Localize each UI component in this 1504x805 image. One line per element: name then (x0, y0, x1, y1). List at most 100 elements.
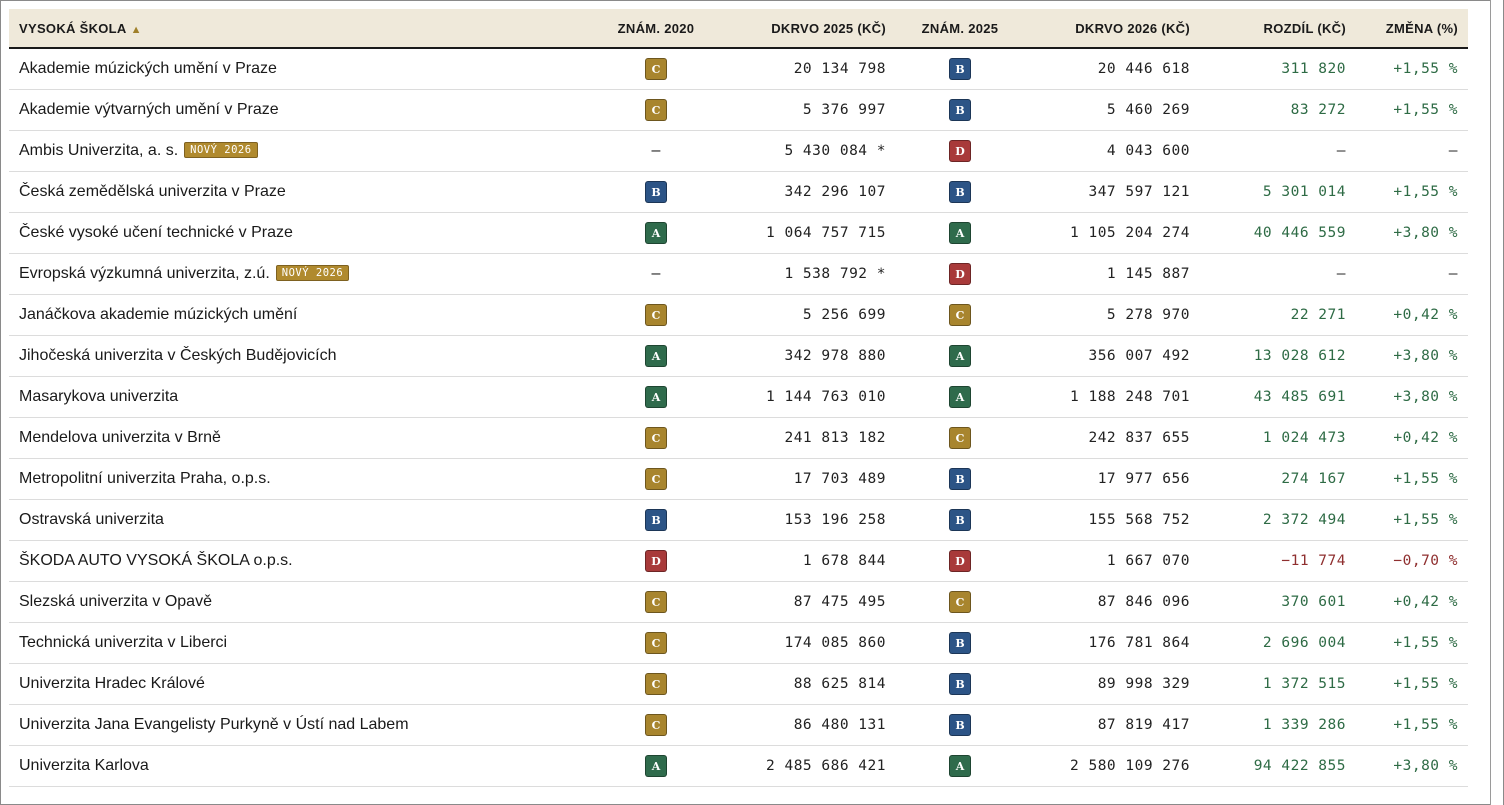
diff-cell: 83 272 (1200, 89, 1356, 131)
grade-2025-cell: A (896, 335, 1024, 377)
dkrvo-2026-cell: 176 781 864 (1024, 622, 1200, 664)
dkrvo-2026-cell: 242 837 655 (1024, 417, 1200, 459)
diff-cell: 311 820 (1200, 48, 1356, 90)
grade-2020-cell: C (592, 704, 720, 746)
grade-2020-cell: C (592, 417, 720, 459)
dkrvo-2025-cell: 153 196 258 (720, 499, 896, 541)
dkrvo-2025-cell: 1 538 792 * (720, 253, 896, 295)
diff-cell: – (1200, 253, 1356, 295)
diff-cell: – (1200, 130, 1356, 172)
change-cell: +0,42 % (1356, 581, 1468, 623)
universities-table: VYSOKÁ ŠKOLA ▲ ZNÁM. 2020 DKRVO 2025 (KČ)… (9, 9, 1468, 787)
vertical-scrollbar[interactable] (1490, 0, 1503, 805)
grade-2025-cell: B (896, 89, 1024, 131)
dkrvo-2026-cell: 87 819 417 (1024, 704, 1200, 746)
diff-cell: 43 485 691 (1200, 376, 1356, 418)
school-name: Univerzita Karlova (19, 757, 149, 774)
grade-2025-cell: B (896, 622, 1024, 664)
dkrvo-2025-cell: 17 703 489 (720, 458, 896, 500)
dkrvo-2026-cell: 356 007 492 (1024, 335, 1200, 377)
column-header-change[interactable]: ZMĚNA (%) (1356, 9, 1468, 49)
grade-2020-cell: – (592, 130, 720, 172)
diff-cell: 40 446 559 (1200, 212, 1356, 254)
school-name-cell: Ambis Univerzita, a. s. NOVÝ 2026 (9, 130, 592, 172)
grade-2020-cell: C (592, 294, 720, 336)
table-header: VYSOKÁ ŠKOLA ▲ ZNÁM. 2020 DKRVO 2025 (KČ)… (9, 9, 1468, 49)
grade-2025-cell: C (896, 417, 1024, 459)
grade-badge: B (645, 509, 667, 531)
dkrvo-2026-cell: 1 667 070 (1024, 540, 1200, 582)
column-header-grade-2025[interactable]: ZNÁM. 2025 (896, 9, 1024, 49)
dkrvo-2025-cell: 5 430 084 * (720, 130, 896, 172)
grade-2020-cell: A (592, 745, 720, 787)
grade-2020-cell: C (592, 581, 720, 623)
dkrvo-2026-cell: 20 446 618 (1024, 48, 1200, 90)
grade-badge: A (949, 345, 971, 367)
dkrvo-2025-cell: 1 064 757 715 (720, 212, 896, 254)
grade-badge: C (645, 58, 667, 80)
school-name: Mendelova univerzita v Brně (19, 429, 221, 446)
column-header-dkrvo-2026[interactable]: DKRVO 2026 (KČ) (1024, 9, 1200, 49)
change-cell: +0,42 % (1356, 417, 1468, 459)
change-cell: – (1356, 130, 1468, 172)
school-name-cell: Slezská univerzita v Opavě (9, 581, 592, 623)
table-row: Akademie múzických umění v Praze C 20 134 … (9, 48, 1468, 90)
grade-2025-cell: B (896, 171, 1024, 213)
dkrvo-2025-cell: 20 134 798 (720, 48, 896, 90)
grade-badge: A (949, 755, 971, 777)
diff-cell: 1 339 286 (1200, 704, 1356, 746)
school-name-cell: Univerzita Jana Evangelisty Purkyně v Ús… (9, 704, 592, 746)
school-name-cell: Masarykova univerzita (9, 376, 592, 418)
school-name: Česká zemědělská univerzita v Praze (19, 183, 286, 200)
change-cell: +1,55 % (1356, 622, 1468, 664)
column-header-dkrvo-2025[interactable]: DKRVO 2025 (KČ) (720, 9, 896, 49)
change-cell: +3,80 % (1356, 376, 1468, 418)
diff-cell: 2 372 494 (1200, 499, 1356, 541)
school-name: Technická univerzita v Liberci (19, 634, 228, 651)
school-name: Akademie múzických umění v Praze (19, 60, 277, 77)
school-name-cell: Ostravská univerzita (9, 499, 592, 541)
dkrvo-2025-cell: 88 625 814 (720, 663, 896, 705)
grade-badge: C (645, 468, 667, 490)
change-cell: +1,55 % (1356, 171, 1468, 213)
dkrvo-2026-cell: 347 597 121 (1024, 171, 1200, 213)
school-name-cell: Mendelova univerzita v Brně (9, 417, 592, 459)
school-name: Akademie výtvarných umění v Praze (19, 101, 279, 118)
school-name: Ambis Univerzita, a. s. (19, 142, 179, 159)
table-row: Ostravská univerzita B 153 196 258 B 155 568… (9, 499, 1468, 541)
grade-2020-cell: A (592, 212, 720, 254)
grade-badge: B (949, 673, 971, 695)
table-row: Metropolitní univerzita Praha, o.p.s. C 17… (9, 458, 1468, 500)
grade-badge: B (949, 714, 971, 736)
column-header-grade-2020[interactable]: ZNÁM. 2020 (592, 9, 720, 49)
column-header-diff[interactable]: ROZDÍL (KČ) (1200, 9, 1356, 49)
dkrvo-2025-cell: 342 978 880 (720, 335, 896, 377)
grade-2025-cell: A (896, 745, 1024, 787)
change-cell: +3,80 % (1356, 335, 1468, 377)
change-cell: – (1356, 253, 1468, 295)
table-row: Evropská výzkumná univerzita, z.ú. NOVÝ 2… (9, 253, 1468, 295)
table-row: Slezská univerzita v Opavě C 87 475 495 C 87… (9, 581, 1468, 623)
grade-2020-cell: A (592, 335, 720, 377)
diff-cell: 5 301 014 (1200, 171, 1356, 213)
page-frame: VYSOKÁ ŠKOLA ▲ ZNÁM. 2020 DKRVO 2025 (KČ)… (0, 0, 1504, 805)
grade-none: – (651, 142, 661, 159)
school-name-cell: ŠKODA AUTO VYSOKÁ ŠKOLA o.p.s. (9, 540, 592, 582)
grade-2025-cell: C (896, 581, 1024, 623)
dkrvo-2025-cell: 1 144 763 010 (720, 376, 896, 418)
grade-badge: C (645, 591, 667, 613)
change-cell: +1,55 % (1356, 48, 1468, 90)
grade-none: – (651, 265, 661, 282)
grade-badge: B (949, 99, 971, 121)
dkrvo-2025-cell: 1 678 844 (720, 540, 896, 582)
column-header-school[interactable]: VYSOKÁ ŠKOLA ▲ (9, 9, 592, 49)
grade-2020-cell: B (592, 171, 720, 213)
grade-badge: C (645, 427, 667, 449)
grade-badge: C (949, 591, 971, 613)
school-name: Evropská výzkumná univerzita, z.ú. (19, 265, 270, 282)
grade-badge: C (645, 304, 667, 326)
grade-badge: D (949, 140, 971, 162)
diff-cell: −11 774 (1200, 540, 1356, 582)
diff-cell: 1 024 473 (1200, 417, 1356, 459)
school-name: Masarykova univerzita (19, 388, 179, 405)
